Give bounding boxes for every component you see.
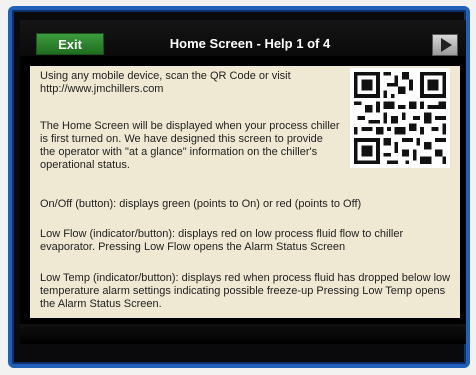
screen-bottom-edge bbox=[20, 324, 466, 344]
exit-button[interactable]: Exit bbox=[36, 33, 104, 55]
hmi-screen: Exit Home Screen - Help 1 of 4 Using any… bbox=[20, 20, 466, 344]
help-paragraph-low-temp: Low Temp (indicator/button): displays re… bbox=[40, 272, 451, 310]
help-paragraph-low-flow: Low Flow (indicator/button): displays re… bbox=[40, 228, 404, 253]
help-paragraph-on-off: On/Off (button): displays green (points … bbox=[40, 198, 362, 210]
title-bar: Exit Home Screen - Help 1 of 4 bbox=[20, 20, 466, 56]
page-title: Home Screen - Help 1 of 4 bbox=[169, 36, 331, 51]
next-page-button[interactable] bbox=[432, 34, 458, 56]
play-arrow-icon bbox=[440, 38, 452, 52]
qr-code-icon bbox=[350, 68, 450, 168]
help-content: Using any mobile device, scan the QR Cod… bbox=[30, 66, 460, 318]
help-paragraph-home-screen: The Home Screen will be displayed when y… bbox=[40, 120, 340, 171]
help-paragraph-qr: Using any mobile device, scan the QR Cod… bbox=[40, 70, 291, 95]
